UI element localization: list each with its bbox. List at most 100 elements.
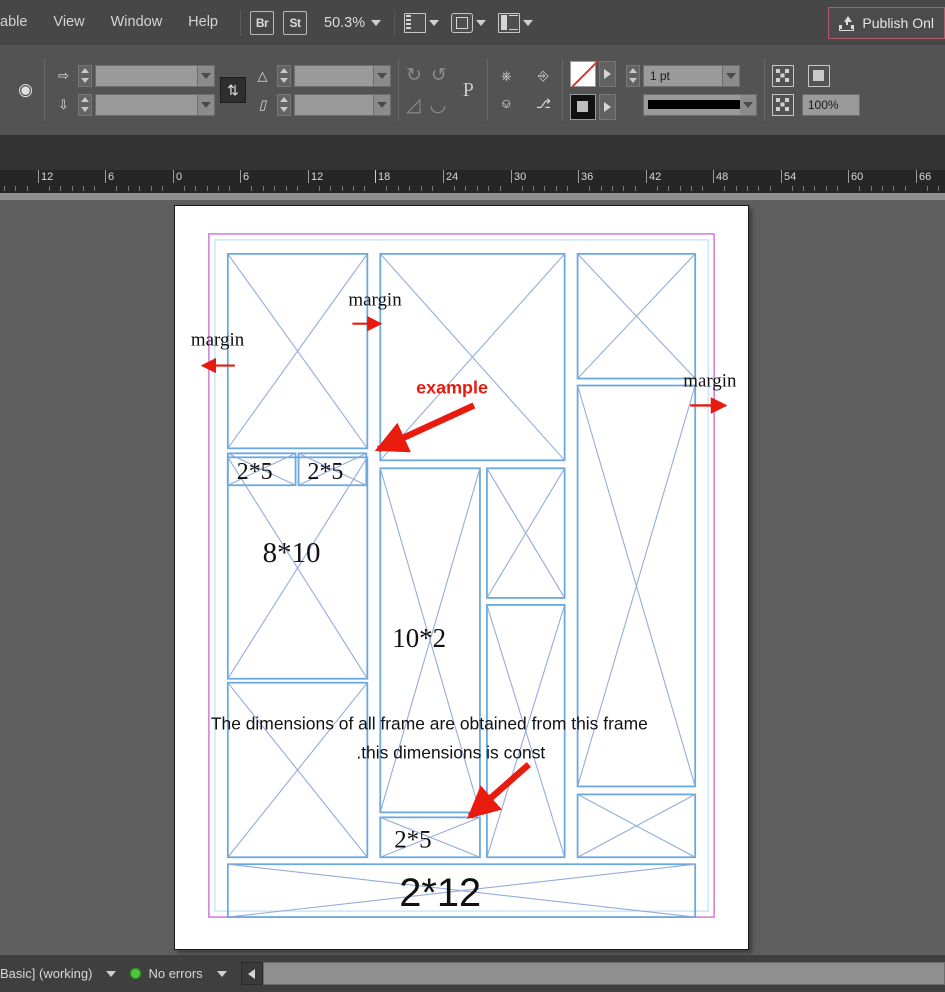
ruler-label: 66	[919, 171, 932, 183]
rotate-clockwise-icon[interactable]: ↻	[406, 64, 422, 87]
corner-options-icon[interactable]	[771, 64, 794, 87]
align-bottom-icon[interactable]: ⎉	[495, 94, 518, 115]
ruler-label: 48	[716, 171, 729, 183]
arrange-chevron-down-icon[interactable]	[523, 19, 534, 26]
control-divider-5	[763, 59, 765, 121]
reference-point-icon[interactable]: ◉	[14, 80, 37, 101]
frame-label-center-tall: 10*2	[392, 623, 446, 653]
effects-icon[interactable]	[807, 64, 830, 87]
flip-vertical-icon[interactable]: ◡	[430, 94, 447, 117]
x-position-icon: ⇨	[58, 67, 69, 83]
zoom-level-value: 50.3%	[324, 14, 366, 31]
annotation-margin-left: margin	[191, 330, 245, 351]
arrow-example	[374, 402, 476, 453]
rotate-counterclockwise-icon[interactable]: ↺	[431, 64, 447, 87]
preview-mode-icon	[451, 12, 474, 33]
opacity-value: 100%	[807, 97, 839, 112]
ruler-label: 54	[784, 171, 797, 183]
rotation-angle-icon: △	[257, 67, 268, 83]
opacity-field[interactable]: 100%	[801, 93, 860, 116]
rotate-flip-group: ↻ ↺ ◿ ◡	[406, 64, 447, 117]
y-dropdown-icon[interactable]	[197, 94, 214, 115]
menu-item-table[interactable]: able	[0, 0, 40, 45]
preflight-status-label: No errors	[148, 966, 203, 981]
shear-field[interactable]	[294, 93, 391, 116]
publish-online-label: Publish Onl	[862, 15, 934, 31]
constrain-proportions-icon[interactable]: ⇅	[220, 77, 246, 103]
preview-chevron-down-icon[interactable]	[476, 19, 487, 26]
stock-button[interactable]: St	[283, 10, 307, 35]
select-container-icon[interactable]: P	[457, 79, 480, 101]
preview-mode-button[interactable]	[451, 12, 490, 33]
ruler-label: 36	[581, 171, 594, 183]
rotation-dropdown-icon[interactable]	[373, 65, 390, 86]
arrange-documents-icon	[498, 12, 521, 33]
position-group: ⇨ ⇩	[52, 64, 215, 116]
zoom-dropdown-icon[interactable]	[371, 19, 382, 26]
control-divider-4	[561, 59, 563, 121]
fill-stroke-group	[569, 60, 616, 120]
stroke-swatch[interactable]	[569, 93, 596, 120]
align-left-icon[interactable]: ⎆	[532, 66, 555, 87]
control-divider-1	[44, 59, 45, 121]
stroke-weight-stepper[interactable]	[625, 64, 640, 87]
menu-item-view[interactable]: View	[40, 0, 97, 45]
control-divider-3	[486, 59, 488, 121]
upload-icon	[839, 15, 855, 31]
bridge-button[interactable]: Br	[250, 10, 274, 35]
frame-label-small-a: 2*5	[237, 459, 273, 485]
x-position-field[interactable]	[95, 64, 215, 87]
annotation-note-line2: .this dimensions is const	[356, 743, 545, 763]
rotation-field[interactable]	[294, 64, 391, 87]
menu-item-window[interactable]: Window	[98, 0, 176, 45]
flip-horizontal-icon[interactable]: ◿	[406, 94, 421, 117]
x-dropdown-icon[interactable]	[197, 65, 214, 86]
align-right-icon[interactable]: ⎇	[532, 94, 555, 115]
menu-item-help[interactable]: Help	[175, 0, 231, 45]
screen-mode-button[interactable]	[404, 12, 443, 33]
horizontal-scrollbar[interactable]	[262, 962, 945, 985]
align-top-icon[interactable]: ⎈	[495, 66, 518, 87]
page-style-label: Basic] (working)	[0, 966, 93, 981]
shear-dropdown-icon[interactable]	[373, 94, 390, 115]
transform-group: △ ▯	[251, 64, 391, 116]
y-stepper[interactable]	[78, 93, 92, 116]
y-position-field[interactable]	[95, 93, 215, 116]
annotation-margin-right: margin	[683, 371, 737, 392]
page-style-chevron-down-icon[interactable]	[106, 970, 117, 977]
stroke-weight-dropdown-icon[interactable]	[721, 65, 739, 86]
stroke-style-field[interactable]	[642, 93, 757, 116]
status-indicator-dot	[130, 968, 142, 979]
ruler-label: 42	[649, 171, 662, 183]
scroll-left-button[interactable]	[240, 962, 263, 985]
ruler-label: 6	[243, 171, 250, 183]
ruler-label: 6	[108, 171, 115, 183]
stroke-weight-field[interactable]: 1 pt	[642, 64, 740, 87]
ruler-label: 12	[41, 171, 54, 183]
column-guide	[214, 239, 709, 912]
annotation-note-line1: The dimensions of all frame are obtained…	[211, 714, 648, 734]
ruler-label: 30	[514, 171, 527, 183]
preflight-chevron-down-icon[interactable]	[216, 970, 227, 977]
publish-online-button[interactable]: Publish Onl	[828, 7, 945, 39]
screen-mode-chevron-down-icon[interactable]	[429, 19, 440, 26]
document-page[interactable]: margin margin margin example The dimensi…	[174, 205, 749, 950]
page-artwork: margin margin margin example The dimensi…	[191, 233, 737, 918]
fill-dropdown-arrow[interactable]	[598, 60, 616, 87]
fill-none-swatch[interactable]	[569, 60, 596, 87]
stroke-weight-value: 1 pt	[649, 68, 670, 83]
ruler-label: 0	[176, 171, 183, 183]
shear-stepper[interactable]	[277, 93, 291, 116]
transparency-icon[interactable]	[771, 93, 794, 116]
arrange-documents-button[interactable]	[498, 12, 537, 33]
tab-strip-area	[0, 135, 945, 170]
horizontal-ruler[interactable]: 12 6 0 6 12 18 24 30 36 42 48 54 60 66	[0, 170, 945, 193]
rotation-stepper[interactable]	[277, 64, 291, 87]
stroke-dropdown-arrow[interactable]	[598, 93, 616, 120]
stroke-style-dropdown-icon[interactable]	[739, 94, 756, 115]
frame-label-center-small: 2*5	[394, 826, 431, 853]
menu-bar: able View Window Help Br St 50.3% Publis…	[0, 0, 945, 45]
screen-mode-icon	[404, 12, 427, 33]
document-canvas[interactable]: margin margin margin example The dimensi…	[0, 200, 945, 955]
x-stepper[interactable]	[78, 64, 92, 87]
